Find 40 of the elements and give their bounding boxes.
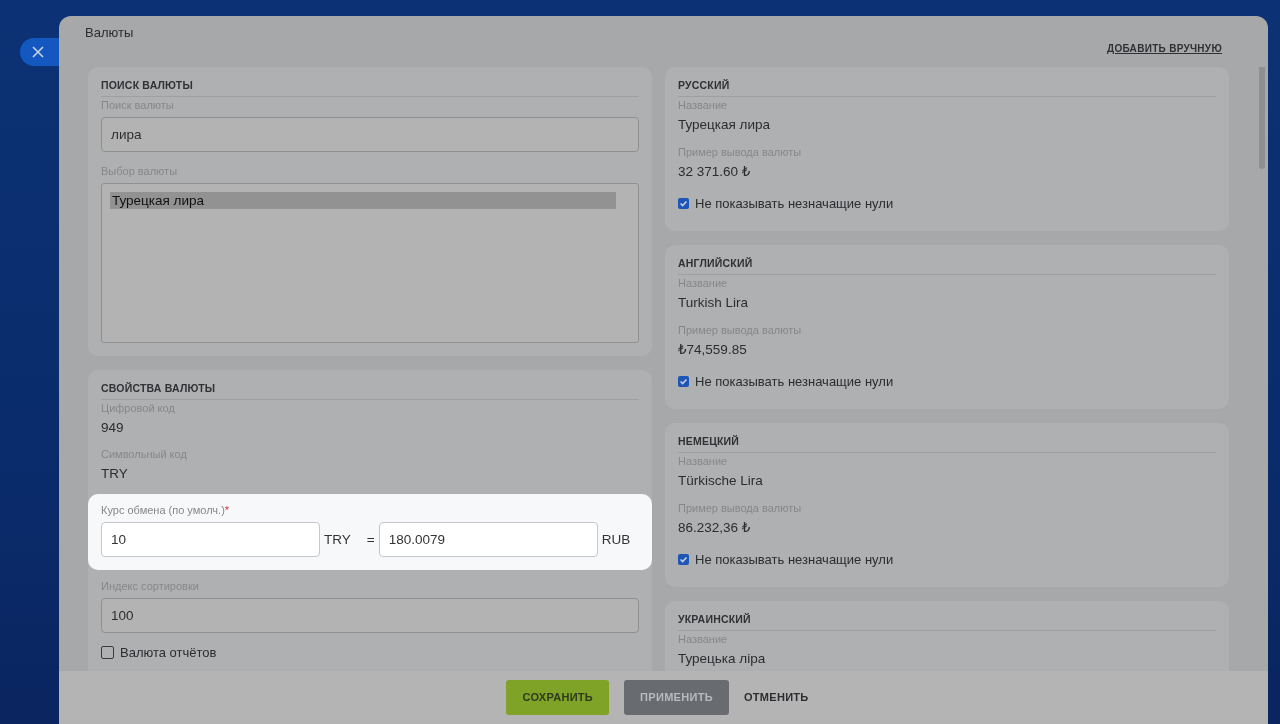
currency-option[interactable]: Турецкая лира — [110, 192, 616, 210]
field-value: Turkish Lira — [678, 295, 750, 312]
checkbox[interactable] — [678, 198, 689, 210]
amount-field[interactable]: 10 — [101, 522, 320, 558]
checkbox[interactable] — [678, 376, 689, 388]
field-value: 32 371.60 ₺ — [678, 164, 752, 181]
rate-field[interactable]: 180.0079 — [378, 522, 598, 558]
field-value: 949 — [101, 420, 125, 437]
field-value: Турецкая лира — [678, 117, 772, 134]
currency-code: TRY — [324, 532, 351, 548]
save-button[interactable]: СОХРАНИТЬ — [506, 679, 610, 715]
currency-code: RUB — [601, 532, 631, 548]
section-heading: СВОЙСТВА ВАЛЮТЫ — [101, 382, 217, 396]
cancel-button[interactable]: ОТМЕНИТЬ — [743, 679, 809, 715]
field-value: ₺74,559.85 — [678, 342, 748, 359]
field-value: 86.232,36 ₺ — [678, 520, 752, 537]
close-icon — [32, 46, 44, 58]
search-field[interactable]: лира — [101, 117, 639, 153]
equals-sign: = — [366, 532, 375, 548]
section-heading: НЕМЕЦКИЙ — [678, 435, 741, 449]
currency-listbox[interactable]: Турецкая лира — [101, 183, 639, 344]
checkbox-label: Не показывать незначащие нули — [695, 196, 894, 212]
sort-index-field[interactable]: 100 — [101, 598, 639, 634]
checkbox[interactable] — [678, 554, 689, 566]
checkbox-label: Не показывать незначащие нули — [695, 374, 894, 390]
field-value: Турецька ліра — [678, 651, 767, 668]
section-heading: АНГЛИЙСКИЙ — [678, 257, 754, 271]
checkbox-label: Не показывать незначащие нули — [695, 552, 894, 568]
field-value: TRY — [101, 466, 129, 483]
checkbox[interactable] — [101, 646, 114, 660]
field-label: Курс обмена (по умолч.) — [101, 504, 225, 517]
field-value: Türkische Lira — [678, 473, 764, 490]
scrollbar[interactable] — [1259, 67, 1265, 170]
section-heading: ПОИСК ВАЛЮТЫ — [101, 79, 194, 93]
checkbox-label: Валюта отчётов — [120, 645, 217, 661]
dialog-title: Валюты — [85, 25, 134, 40]
add-manually-link[interactable]: ДОБАВИТЬ ВРУЧНУЮ — [1107, 42, 1222, 56]
required-mark: * — [224, 504, 230, 517]
section-heading: УКРАИНСКИЙ — [678, 613, 752, 627]
section-heading: РУССКИЙ — [678, 79, 731, 93]
